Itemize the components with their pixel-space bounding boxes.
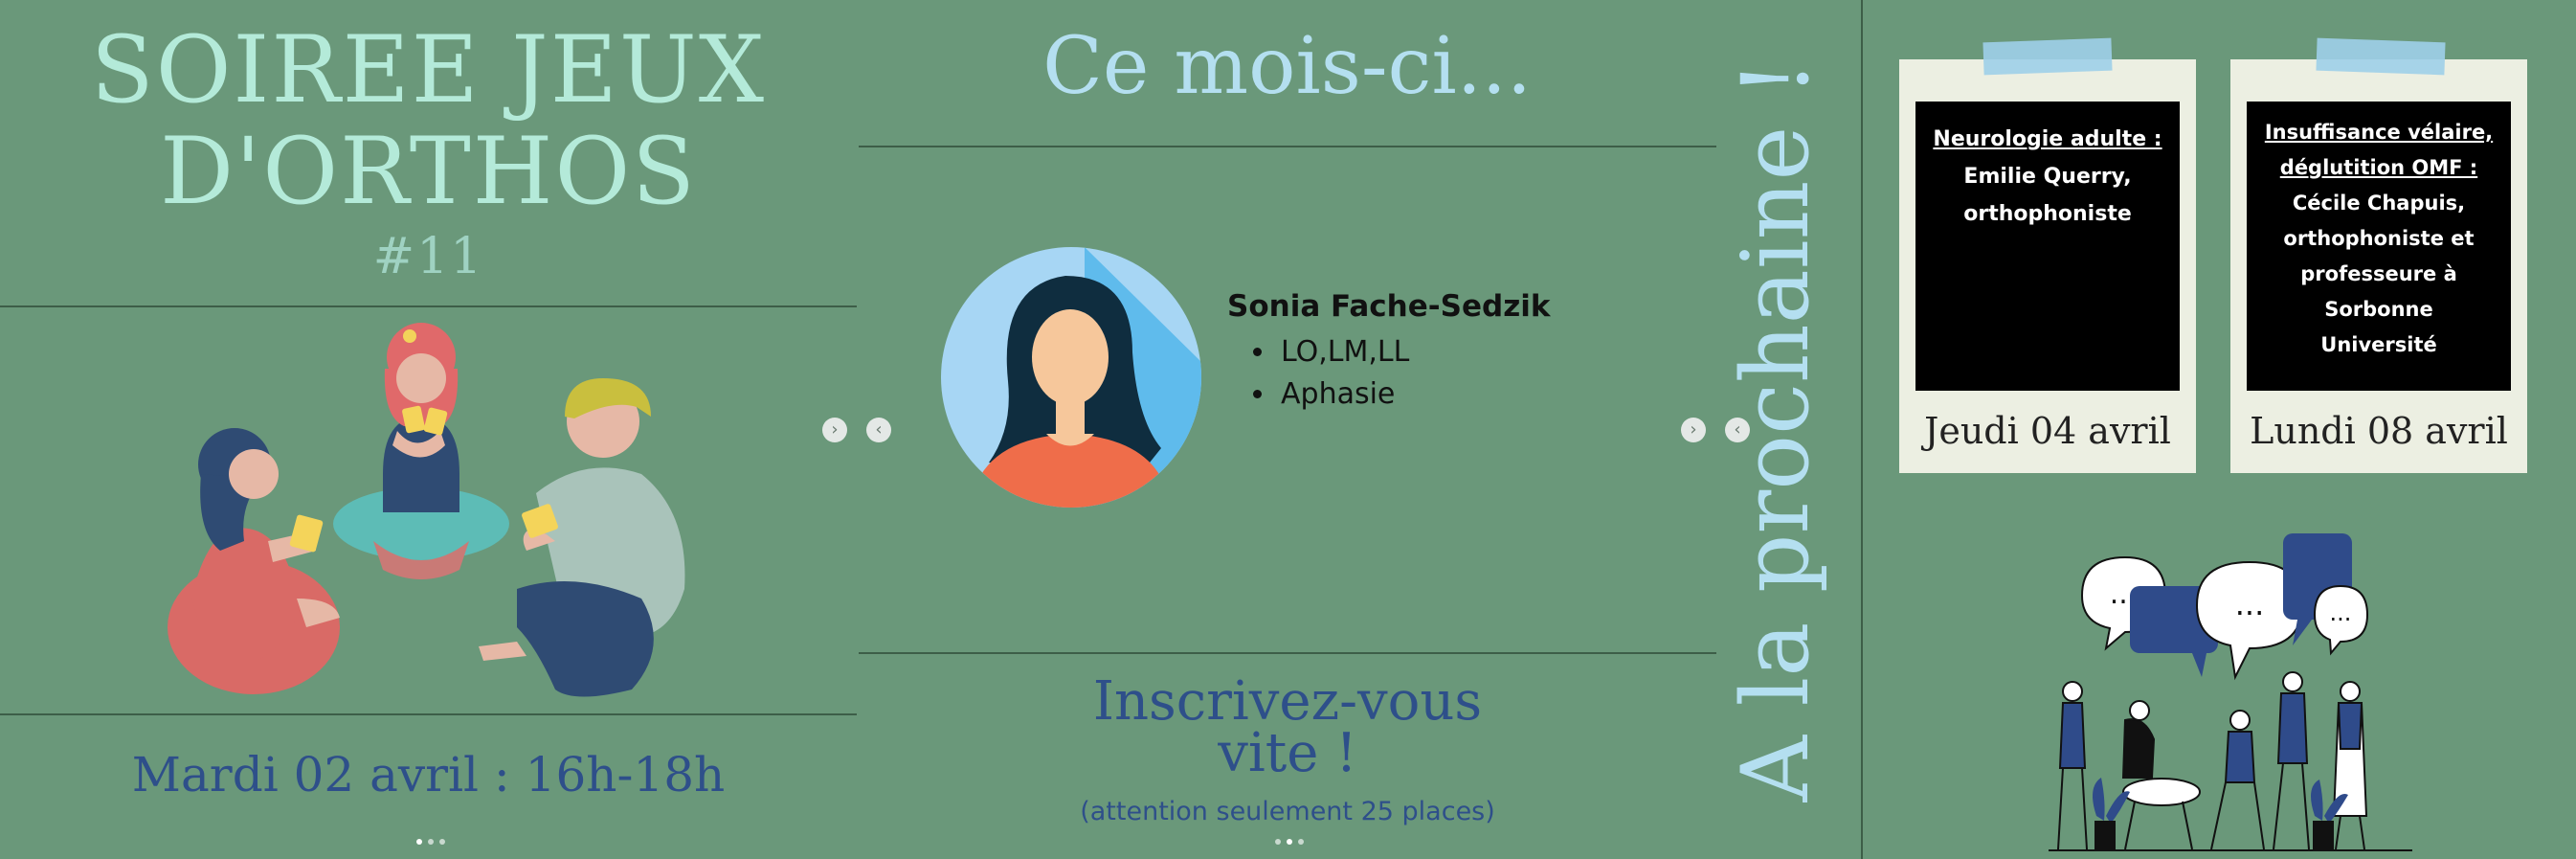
upcoming-event-details: Neurologie adulte : Emilie Querry, ortho… [1915,102,2180,391]
event-topic: Insuffisance vélaire, [2264,121,2494,144]
divider-middle-top [859,146,1716,147]
divider-left-bottom [0,713,857,715]
specialty-item: Aphasie [1277,373,1409,416]
event-speaker: orthophoniste [1963,202,2132,226]
event-title-line2: D'ORTHOS [160,118,697,225]
divider-right-vertical [1861,0,1863,859]
divider-middle-bottom [859,652,1716,654]
month-heading: Ce mois-ci... [1042,21,1532,112]
group-discussion-illustration: ... ... ... [2049,533,2412,851]
divider-left-top [0,305,857,307]
signup-line2: vite ! [1218,722,1357,784]
carousel-dots-middle[interactable] [1275,839,1304,845]
event-date: Mardi 02 avril : 16h-18h [131,747,726,802]
event-speaker: professeure à Sorbonne [2300,262,2457,321]
speaker-name: Sonia Fache-Sedzik [1227,289,1551,324]
signup-call: Inscrivez-vous vite ! [1005,670,1570,784]
carousel-dot[interactable] [416,839,422,845]
svg-text:...: ... [2330,599,2352,626]
carousel-next-button[interactable]: › [1681,418,1706,442]
speaker-specialties: LO,LM,LL Aphasie [1227,331,1409,416]
event-issue-number: #11 [372,228,484,285]
carousel-dot[interactable] [439,839,445,845]
chevron-right-icon: › [1690,419,1697,440]
carousel-prev-button[interactable]: ‹ [866,418,891,442]
avatar-woman-icon [970,247,1201,508]
carousel-dot[interactable] [1298,839,1304,845]
tape-decoration [2316,37,2446,76]
carousel-dot[interactable] [1275,839,1281,845]
chevron-left-icon: ‹ [875,419,883,440]
next-events-text: A la prochaine ! [1722,59,1829,802]
event-speaker: Emilie Querry, [1963,165,2132,189]
kids-playing-cards-illustration [168,323,685,697]
upcoming-event-date: Lundi 08 avril [2250,410,2508,452]
carousel-dot[interactable] [428,839,434,845]
carousel-dot[interactable] [1287,839,1292,845]
event-speaker: Cécile Chapuis, [2292,192,2466,215]
upcoming-event-date: Jeudi 04 avril [1924,410,2171,452]
event-topic: déglutition OMF : [2279,156,2478,179]
carousel-prev-button[interactable]: › [822,418,847,442]
speaker-avatar [941,247,1201,508]
upcoming-event-details: Insuffisance vélaire, déglutition OMF : … [2247,102,2511,391]
chevron-right-icon: › [831,419,839,440]
upcoming-event-card[interactable]: Insuffisance vélaire, déglutition OMF : … [2230,59,2527,473]
signup-line1: Inscrivez-vous [1092,670,1483,733]
carousel-dots-left[interactable] [416,839,445,845]
tape-decoration [1982,37,2113,76]
upcoming-event-card[interactable]: Neurologie adulte : Emilie Querry, ortho… [1899,59,2196,473]
svg-text:...: ... [2235,586,2265,622]
specialty-item: LO,LM,LL [1277,331,1409,373]
event-topic: Neurologie adulte : [1933,127,2162,151]
capacity-note: (attention seulement 25 places) [1080,797,1495,826]
event-speaker: Université [2320,333,2437,356]
next-events-heading: A la prochaine ! [1714,60,1838,802]
event-speaker: orthophoniste et [2283,227,2475,250]
event-title-line1: SOIREE JEUX [90,16,767,124]
